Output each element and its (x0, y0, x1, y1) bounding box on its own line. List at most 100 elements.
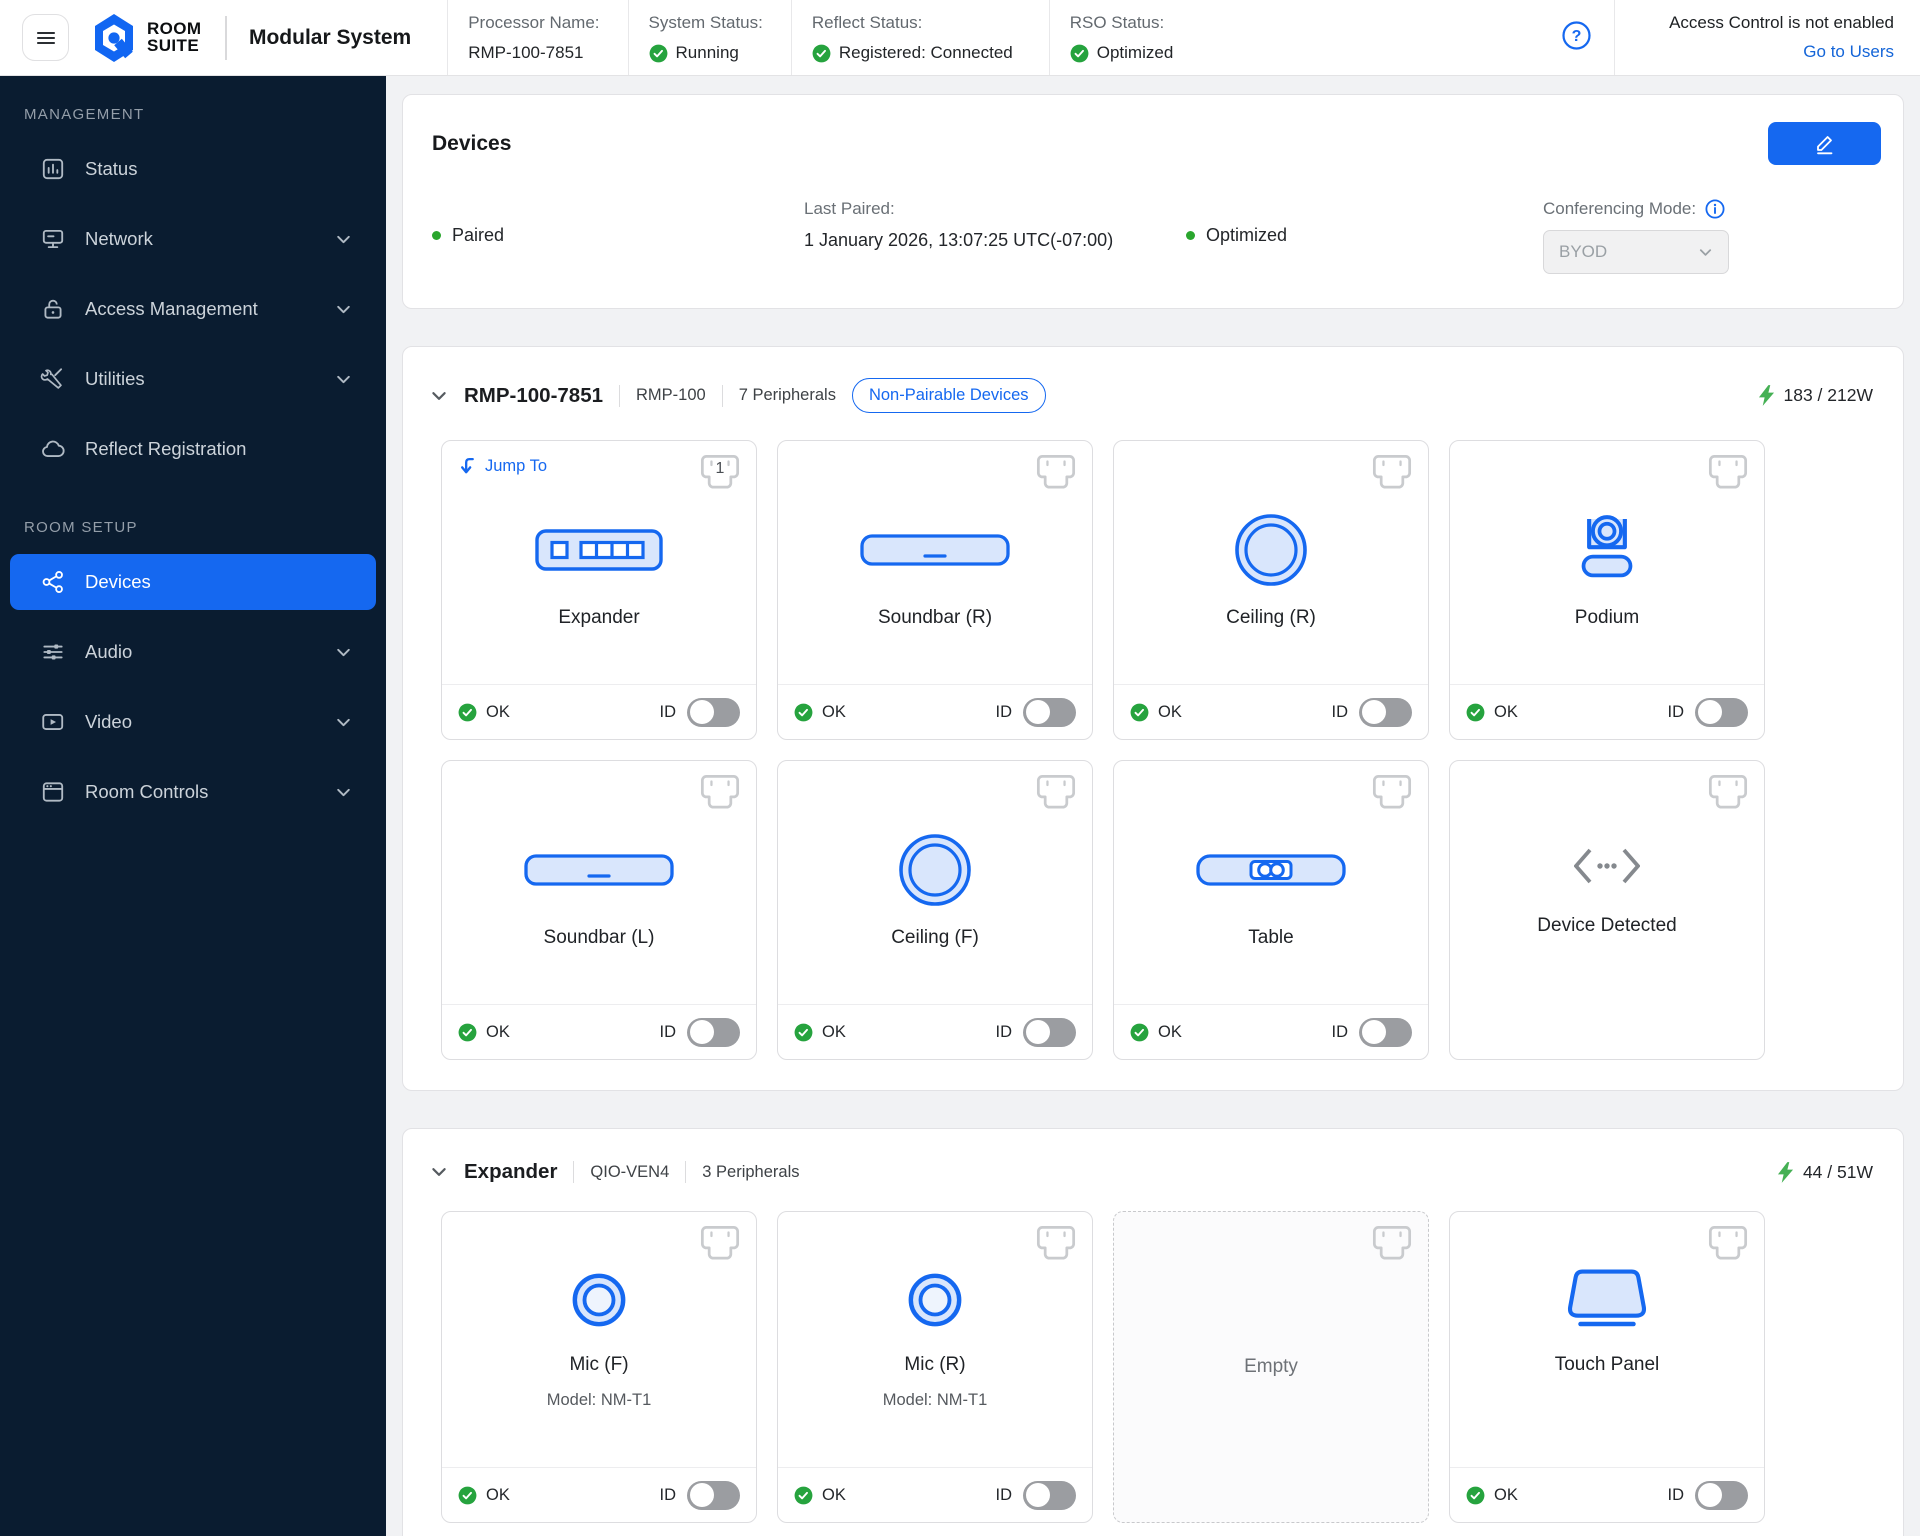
port-icon (1708, 455, 1748, 489)
device-name: Touch Panel (1554, 1354, 1660, 1375)
device-card-mic-r[interactable]: Mic (R) Model: NM-T1 OK ID (777, 1211, 1093, 1523)
hamburger-menu-button[interactable] (22, 14, 69, 61)
separator (573, 1161, 575, 1183)
port-icon: 1 (700, 455, 740, 489)
sidebar-item-label: Status (85, 158, 138, 179)
mic-device-icon (906, 1271, 964, 1334)
device-card-podium[interactable]: Podium OK ID (1449, 440, 1765, 740)
device-name: Table (1248, 927, 1294, 948)
conferencing-mode-select[interactable]: BYOD (1543, 230, 1729, 274)
chevron-down-icon (335, 784, 352, 801)
id-toggle[interactable] (1359, 1017, 1412, 1047)
separator (685, 1161, 687, 1183)
device-card-expander[interactable]: Jump To 1 Expander OK ID (441, 440, 757, 740)
section-peripherals: 3 Peripherals (702, 1162, 800, 1181)
device-card-table[interactable]: Table OK ID (1113, 760, 1429, 1060)
sidebar-item-label: Room Controls (85, 781, 209, 802)
section-name: Expander (464, 1160, 558, 1183)
id-toggle[interactable] (687, 697, 740, 727)
port-icon (1036, 775, 1076, 809)
collapse-chevron-icon[interactable] (430, 387, 448, 405)
id-label: ID (1667, 1485, 1685, 1504)
ceiling-device-icon (897, 832, 973, 913)
check-circle-icon (458, 1486, 477, 1504)
sidebar-item-access-management[interactable]: Access Management (10, 281, 376, 337)
sidebar-item-devices[interactable]: Devices (10, 554, 376, 610)
check-circle-icon (794, 1486, 813, 1504)
toggle-knob (1025, 1483, 1050, 1507)
card-footer: OK ID (1114, 1004, 1428, 1059)
device-card-soundbar-l[interactable]: Soundbar (L) OK ID (441, 760, 757, 1060)
toggle-knob (1361, 1020, 1386, 1044)
id-toggle[interactable] (687, 1480, 740, 1510)
id-label: ID (1667, 702, 1685, 721)
help-button[interactable]: ? (1561, 20, 1592, 56)
soundbar-device-icon (860, 533, 1010, 571)
sidebar-item-network[interactable]: Network (10, 211, 376, 267)
video-icon (40, 709, 66, 735)
sidebar-section-management: MANAGEMENT (24, 106, 145, 123)
id-label: ID (659, 702, 677, 721)
power-usage: 44 / 51W (1777, 1162, 1873, 1183)
info-icon[interactable] (1705, 199, 1725, 219)
chevron-down-icon (1699, 248, 1712, 256)
network-icon (40, 226, 66, 252)
header-field-rso-status: RSO Status: Optimized (1048, 0, 1202, 75)
jump-to-link[interactable]: Jump To (460, 457, 547, 476)
device-card-ceiling-r[interactable]: Ceiling (R) OK ID (1113, 440, 1429, 740)
id-toggle[interactable] (1023, 1017, 1076, 1047)
toggle-knob (689, 1483, 714, 1507)
id-toggle[interactable] (1023, 697, 1076, 727)
id-label: ID (995, 702, 1013, 721)
device-card-grid: Jump To 1 Expander OK ID Soundbar (R) OK… (403, 413, 1903, 1060)
id-toggle[interactable] (1695, 1480, 1748, 1510)
device-card-soundbar-r[interactable]: Soundbar (R) OK ID (777, 440, 1093, 740)
sidebar-item-video[interactable]: Video (10, 694, 376, 750)
id-toggle[interactable] (1023, 1480, 1076, 1510)
port-icon (1708, 1226, 1748, 1260)
device-model: Model: NM-T1 (882, 1391, 988, 1409)
power-bolt-icon (1777, 1161, 1794, 1183)
svg-text:1: 1 (716, 460, 725, 477)
edit-button[interactable] (1768, 122, 1881, 165)
go-to-users-link[interactable]: Go to Users (1641, 42, 1894, 62)
device-card-mic-f[interactable]: Mic (F) Model: NM-T1 OK ID (441, 1211, 757, 1523)
device-status: OK (1466, 703, 1518, 722)
toggle-knob (1361, 700, 1386, 724)
sidebar-item-label: Reflect Registration (85, 438, 247, 459)
card-footer: OK ID (1450, 1467, 1764, 1522)
id-toggle[interactable] (687, 1017, 740, 1047)
touch-device-icon (1556, 1268, 1658, 1337)
card-footer: OK ID (778, 1467, 1092, 1522)
section-name: RMP-100-7851 (464, 383, 604, 407)
roomctl-icon (40, 779, 66, 805)
sidebar-item-room-controls[interactable]: Room Controls (10, 764, 376, 820)
app-title: Modular System (248, 25, 412, 49)
check-circle-icon (1130, 703, 1149, 721)
sidebar-item-status[interactable]: Status (10, 141, 376, 197)
device-card-touch-panel[interactable]: Touch Panel OK ID (1449, 1211, 1765, 1523)
toggle-knob (1025, 1020, 1050, 1044)
device-sections: RMP-100-7851 RMP-100 7 Peripherals Non-P… (402, 346, 1904, 1536)
panel-title: Devices (432, 132, 512, 155)
sliders-icon (40, 639, 66, 665)
port-icon (700, 1226, 740, 1260)
collapse-chevron-icon[interactable] (430, 1163, 448, 1181)
sidebar-item-utilities[interactable]: Utilities (10, 351, 376, 407)
device-card-empty[interactable]: Empty (1113, 1211, 1429, 1523)
device-status: OK (458, 703, 510, 722)
device-name: Soundbar (R) (877, 607, 993, 628)
id-label: ID (995, 1485, 1013, 1504)
non-pairable-devices-button[interactable]: Non-Pairable Devices (851, 378, 1046, 413)
chevron-down-icon (335, 231, 352, 248)
id-toggle[interactable] (1695, 697, 1748, 727)
sidebar-item-reflect-registration[interactable]: Reflect Registration (10, 421, 376, 477)
card-footer: OK ID (778, 1004, 1092, 1059)
sidebar-item-label: Network (85, 228, 153, 249)
paired-status-dot (432, 231, 441, 240)
id-toggle[interactable] (1359, 697, 1412, 727)
paired-status: Paired (432, 225, 804, 246)
device-card-ceiling-f[interactable]: Ceiling (F) OK ID (777, 760, 1093, 1060)
device-card-device-detected[interactable]: Device Detected (1449, 760, 1765, 1060)
sidebar-item-audio[interactable]: Audio (10, 624, 376, 680)
